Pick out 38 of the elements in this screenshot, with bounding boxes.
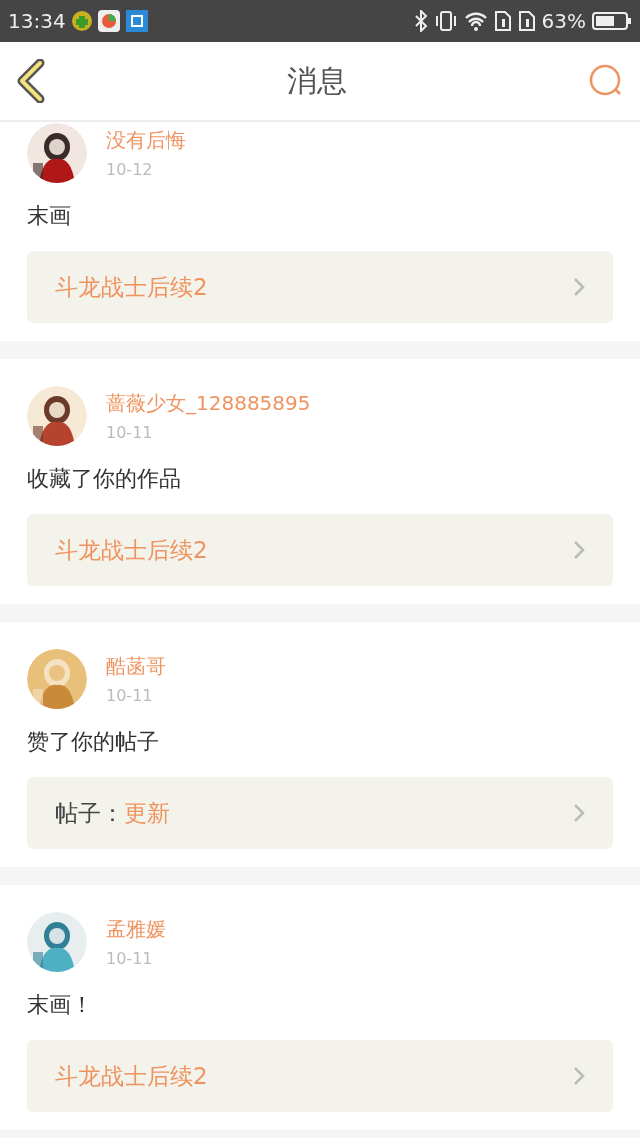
battery-icon [592, 11, 632, 31]
app-icon [71, 11, 92, 31]
linked-item[interactable]: 斗龙战士后续2 [27, 1040, 613, 1112]
bluetooth-icon [413, 10, 428, 32]
chevron-icon [573, 540, 585, 560]
user-name[interactable]: 没有后悔 [106, 127, 186, 154]
status-time: 13:34 [8, 9, 66, 33]
scan-icon [125, 10, 148, 32]
message-date: 10-11 [106, 686, 154, 705]
message-text: 末画！ [27, 991, 94, 1019]
app-icon [97, 10, 120, 32]
link-label: 帖子： [55, 798, 124, 828]
message-text: 收藏了你的作品 [27, 465, 182, 493]
linked-item[interactable]: 斗龙战士后续2 [27, 251, 613, 323]
wifi-icon [463, 11, 488, 31]
message-text: 赞了你的帖子 [27, 728, 160, 756]
vibrate-icon [433, 10, 458, 32]
back-icon[interactable] [16, 59, 46, 103]
chevron-icon [573, 1066, 585, 1086]
sim-icon [493, 10, 512, 32]
user-name[interactable]: 孟雅媛 [106, 916, 166, 943]
battery-percent: 63% [541, 9, 586, 33]
message-date: 10-11 [106, 949, 154, 968]
user-name[interactable]: 蔷薇少女_128885895 [106, 390, 311, 417]
message-text: 末画 [27, 202, 72, 230]
chevron-icon [573, 277, 585, 297]
linked-item[interactable]: 帖子：更新 [27, 777, 613, 849]
link-title: 斗龙战士后续2 [55, 272, 208, 302]
message-date: 10-11 [106, 423, 154, 442]
message-date: 10-12 [106, 160, 154, 179]
user-name[interactable]: 酷菡哥 [106, 653, 166, 680]
link-title: 更新 [124, 798, 170, 828]
page-title: 消息 [287, 61, 347, 100]
sim-icon [517, 10, 536, 32]
linked-item[interactable]: 斗龙战士后续2 [27, 514, 613, 586]
chevron-icon [573, 803, 585, 823]
link-title: 斗龙战士后续2 [55, 535, 208, 565]
link-title: 斗龙战士后续2 [55, 1061, 208, 1091]
